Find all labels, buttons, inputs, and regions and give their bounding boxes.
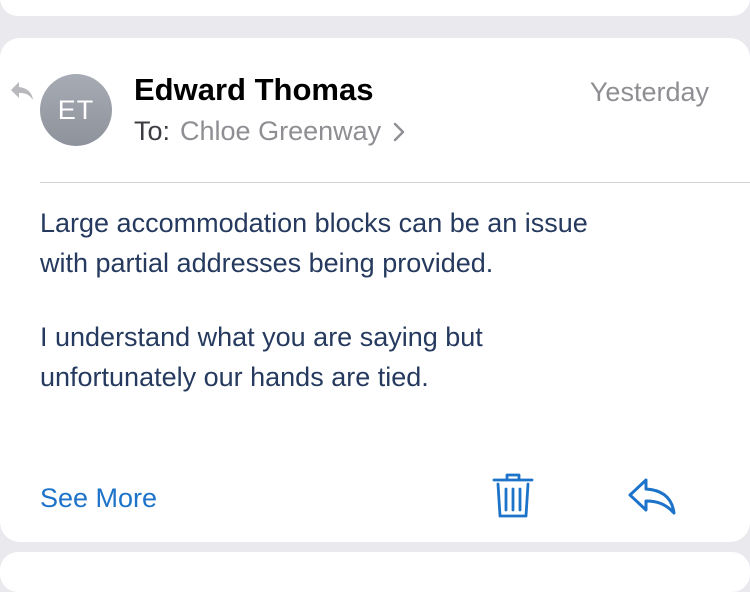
chevron-right-icon: [393, 122, 405, 141]
message-date: Yesterday: [589, 77, 709, 107]
recipient-row: To: Chloe Greenway: [134, 116, 405, 147]
replied-indicator-icon: [11, 82, 33, 100]
recipient-link[interactable]: Chloe Greenway: [180, 116, 405, 147]
see-more-button[interactable]: See More: [40, 483, 157, 514]
message-body: Large accommodation blocks can be an iss…: [40, 203, 720, 431]
avatar[interactable]: ET: [40, 74, 112, 146]
message-paragraph: I understand what you are saying but unf…: [40, 322, 483, 392]
previous-message-card: [0, 0, 750, 16]
trash-icon[interactable]: [492, 472, 534, 520]
recipient-name: Chloe Greenway: [180, 116, 382, 146]
to-label: To:: [134, 116, 171, 146]
message-paragraph: Large accommodation blocks can be an iss…: [40, 208, 588, 278]
next-message-card: [0, 552, 750, 592]
sender-name[interactable]: Edward Thomas: [134, 72, 373, 108]
avatar-initials: ET: [57, 94, 95, 125]
reply-icon[interactable]: [626, 476, 678, 516]
header-divider: [40, 182, 750, 183]
